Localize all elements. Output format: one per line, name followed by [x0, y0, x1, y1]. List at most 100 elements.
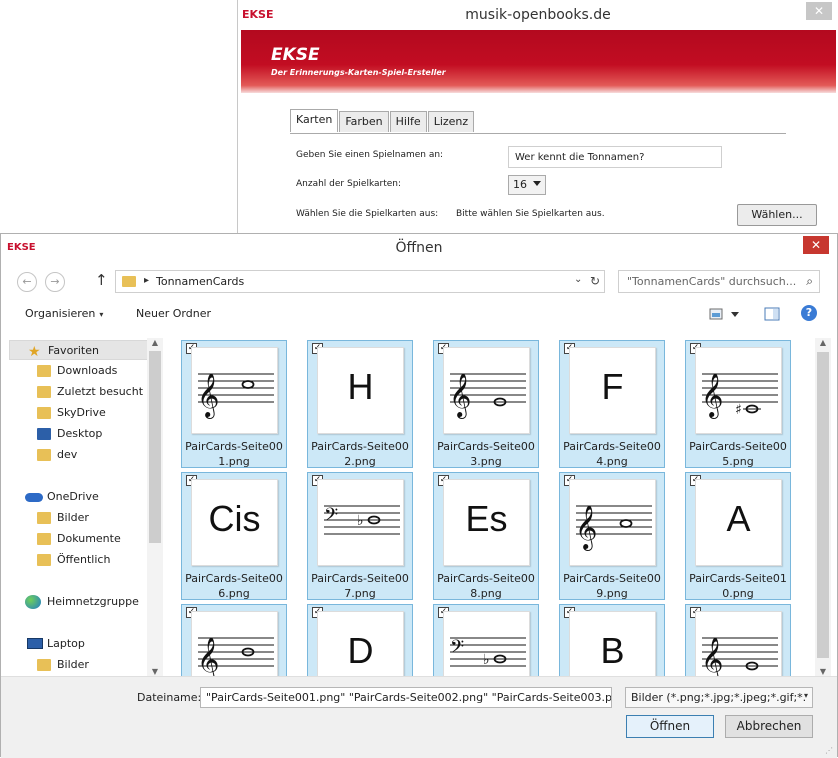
file-tile[interactable]: ✓HPairCards-Seite002.png [307, 340, 413, 468]
sidebar-item-laptop[interactable]: Laptop [9, 634, 149, 654]
card-thumbnail: F [569, 347, 656, 434]
file-name: PairCards-Seite009.png [563, 572, 661, 600]
game-name-label: Geben Sie einen Spielnamen an: [296, 150, 444, 160]
navigation-pane: ★ Favoriten Downloads Zuletzt besucht Sk… [9, 338, 163, 676]
treble-clef-icon: 𝄞 [449, 373, 471, 419]
cloud-icon [25, 493, 43, 502]
sidebar-item-skydrive[interactable]: SkyDrive [9, 403, 149, 423]
file-tile[interactable]: ✓𝄞PairCards-Seite003.png [433, 340, 539, 468]
cancel-button[interactable]: Abbrechen [725, 715, 813, 738]
file-tile[interactable]: ✓𝄢♭PairCards-Seite013.png [433, 604, 539, 676]
file-tile[interactable]: ✓EsPairCards-Seite008.png [433, 472, 539, 600]
sidebar-item-desktop[interactable]: Desktop [9, 424, 149, 444]
file-name: PairCards-Seite010.png [689, 572, 787, 600]
view-thumbnail-icon [709, 308, 739, 320]
file-name: PairCards-Seite005.png [689, 440, 787, 468]
file-tile[interactable]: ✓𝄞PairCards-Seite015.png [685, 604, 791, 676]
tab-lizenz[interactable]: Lizenz [427, 111, 475, 132]
pane-icon [764, 307, 780, 321]
file-list-scrollbar[interactable]: ▲ ▼ [815, 338, 831, 676]
tab-farben[interactable]: Farben [339, 111, 389, 132]
sidebar-item-onedrive-pictures[interactable]: Bilder [9, 508, 149, 528]
card-thumbnail: Es [443, 479, 530, 566]
card-letter: A [726, 498, 751, 539]
sidebar-item-laptop-pictures[interactable]: Bilder [9, 655, 149, 675]
forward-arrow-icon[interactable]: → [45, 272, 65, 292]
staff-notation-icon: 𝄞 [197, 637, 274, 676]
staff-notation-icon: 𝄢 ♭ [324, 505, 400, 535]
search-input[interactable]: "TonnamenCards" durchsuch... ⌕ [618, 270, 820, 293]
scrollbar-thumb[interactable] [817, 352, 829, 658]
back-arrow-icon[interactable]: ← [17, 272, 37, 292]
scroll-down-icon[interactable]: ▼ [147, 667, 163, 676]
address-bar[interactable]: ▸ TonnamenCards ⌄ ↻ [115, 270, 605, 293]
organize-menu[interactable]: Organisieren ▾ [25, 307, 103, 320]
card-thumbnail: 𝄞 [569, 479, 656, 566]
refresh-icon[interactable]: ↻ [590, 274, 600, 288]
card-thumbnail: H [317, 347, 404, 434]
card-letter: H [347, 366, 374, 407]
sidebar-item-label: Desktop [57, 427, 103, 440]
file-tile[interactable]: ✓𝄞PairCards-Seite011.png [181, 604, 287, 676]
file-tile[interactable]: ✓BPairCards-Seite014.png [559, 604, 665, 676]
up-arrow-icon[interactable]: ↑ [95, 271, 108, 289]
card-thumbnail: 𝄞 [443, 347, 530, 434]
help-icon[interactable]: ? [801, 305, 817, 321]
new-folder-button[interactable]: Neuer Ordner [136, 307, 211, 320]
sidebar-item-label: Öffentlich [57, 553, 111, 566]
file-tile[interactable]: ✓DPairCards-Seite012.png [307, 604, 413, 676]
file-type-select[interactable]: Bilder (*.png;*.jpg;*.jpeg;*.gif;*. ▾ [625, 687, 813, 708]
scroll-up-icon[interactable]: ▲ [147, 338, 163, 347]
file-tile[interactable]: ✓APairCards-Seite010.png [685, 472, 791, 600]
resize-grip-icon[interactable]: ⋰ [825, 746, 833, 755]
app-banner: EKSE Der Erinnerungs-Karten-Spiel-Erstel… [241, 30, 836, 93]
dialog-close-button[interactable]: ✕ [803, 236, 829, 254]
file-tile[interactable]: ✓𝄢♭PairCards-Seite007.png [307, 472, 413, 600]
filename-input[interactable]: "PairCards-Seite001.png" "PairCards-Seit… [200, 687, 612, 708]
chevron-down-icon[interactable]: ⌄ [574, 274, 582, 285]
card-thumbnail: 𝄢 ♭ [443, 611, 530, 676]
star-icon: ★ [28, 344, 41, 360]
file-tile[interactable]: ✓𝄞PairCards-Seite001.png [181, 340, 287, 468]
sidebar-item-dev[interactable]: dev [9, 445, 149, 465]
file-name: PairCards-Seite006.png [185, 572, 283, 600]
background-close-button[interactable]: ✕ [806, 2, 832, 20]
staff-notation-icon: 𝄞 [701, 637, 778, 676]
breadcrumb[interactable]: TonnamenCards [156, 275, 244, 288]
whole-note-icon [619, 519, 633, 528]
banner-title: EKSE [271, 45, 320, 65]
game-name-input[interactable]: Wer kennt die Tonnamen? [508, 146, 722, 168]
navigation-scrollbar[interactable]: ▲ ▼ [147, 338, 163, 676]
whole-note-icon [241, 380, 255, 389]
scroll-up-icon[interactable]: ▲ [815, 338, 831, 347]
choose-cards-button[interactable]: Wählen... [737, 204, 817, 226]
card-count-label: Anzahl der Spielkarten: [296, 179, 402, 189]
tab-karten[interactable]: Karten [290, 109, 339, 132]
sidebar-item-favorites[interactable]: ★ Favoriten [9, 340, 149, 360]
scroll-down-icon[interactable]: ▼ [815, 667, 831, 676]
karten-panel: Geben Sie einen Spielnamen an: Wer kennt… [290, 133, 817, 234]
tab-hilfe[interactable]: Hilfe [389, 111, 427, 132]
view-options-icon[interactable] [709, 307, 739, 324]
sidebar-item-onedrive-documents[interactable]: Dokumente [9, 529, 149, 549]
sidebar-item-onedrive-public[interactable]: Öffentlich [9, 550, 149, 570]
card-count-value: 16 [513, 178, 527, 191]
sidebar-item-onedrive[interactable]: OneDrive [9, 487, 149, 507]
folder-icon [37, 659, 51, 671]
open-button[interactable]: Öffnen [626, 715, 714, 738]
file-tile[interactable]: ✓FPairCards-Seite004.png [559, 340, 665, 468]
preview-pane-icon[interactable] [764, 307, 780, 324]
sidebar-item-recent[interactable]: Zuletzt besucht [9, 382, 149, 402]
flat-icon: ♭ [483, 652, 490, 668]
filename-label: Dateiname: [137, 691, 202, 704]
file-tile[interactable]: ✓𝄞PairCards-Seite009.png [559, 472, 665, 600]
choose-cards-hint: Bitte wählen Sie Spielkarten aus. [456, 209, 605, 219]
folder-icon [37, 449, 51, 461]
search-icon[interactable]: ⌕ [806, 274, 813, 289]
file-tile[interactable]: ✓CisPairCards-Seite006.png [181, 472, 287, 600]
card-count-select[interactable]: 16 [508, 175, 546, 195]
file-tile[interactable]: ✓𝄞♯PairCards-Seite005.png [685, 340, 791, 468]
sidebar-item-homegroup[interactable]: Heimnetzgruppe [9, 592, 149, 612]
sidebar-item-downloads[interactable]: Downloads [9, 361, 149, 381]
scrollbar-thumb[interactable] [149, 351, 161, 543]
